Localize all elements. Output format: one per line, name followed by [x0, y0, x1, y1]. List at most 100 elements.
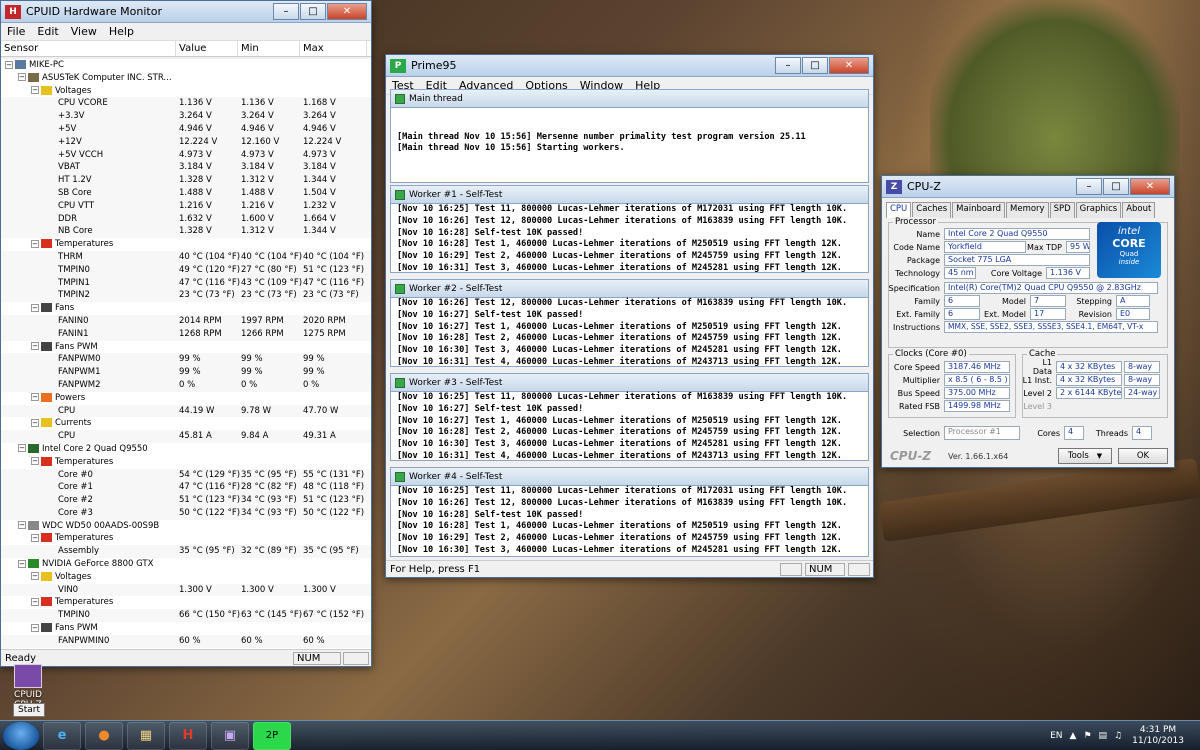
tree-collapse-icon[interactable]: − [18, 73, 26, 82]
sensor-row[interactable]: +12V 12.224 V 12.160 V 12.224 V [1, 135, 371, 149]
menu-view[interactable]: View [65, 25, 103, 38]
sensor-row[interactable]: FANPWM2 0 % 0 % 0 % [1, 378, 371, 392]
language-indicator[interactable]: EN [1050, 731, 1062, 741]
tree-collapse-icon[interactable]: − [31, 418, 39, 427]
tab-spd[interactable]: SPD [1049, 202, 1075, 218]
network-icon[interactable]: ▤ [1099, 731, 1108, 741]
close-button[interactable]: ✕ [829, 57, 869, 74]
worker-pane[interactable]: Worker #3 - Self-Test [Nov 10 16:25] Test… [390, 373, 869, 461]
tree-collapse-icon[interactable]: − [31, 572, 39, 581]
pane-titlebar[interactable]: Worker #3 - Self-Test [391, 374, 868, 392]
tree-node-row[interactable]: − Powers [1, 392, 371, 405]
pane-titlebar[interactable]: Worker #2 - Self-Test [391, 280, 868, 298]
sensor-row[interactable]: FANIN1 1268 RPM 1266 RPM 1275 RPM [1, 327, 371, 341]
tree-node-row[interactable]: − MIKE-PC [1, 59, 371, 72]
tab-mainboard[interactable]: Mainboard [952, 202, 1006, 218]
tree-collapse-icon[interactable]: − [31, 597, 39, 606]
sensor-row[interactable]: HT 1.2V 1.328 V 1.312 V 1.344 V [1, 174, 371, 187]
pane-titlebar[interactable]: Worker #1 - Self-Test [391, 186, 868, 204]
minimize-button[interactable]: – [273, 3, 299, 20]
worker-pane[interactable]: Worker #1 - Self-Test [Nov 10 16:25] Test… [390, 185, 869, 273]
clock[interactable]: 4:31 PM 11/10/2013 [1132, 725, 1184, 747]
show-hidden-icons-icon[interactable]: ▲ [1070, 731, 1077, 741]
tree-collapse-icon[interactable]: − [31, 623, 39, 632]
maximize-button[interactable]: □ [802, 57, 828, 74]
col-min[interactable]: Min [238, 41, 300, 56]
tab-about[interactable]: About [1122, 202, 1156, 218]
tools-button[interactable]: Tools ▼ [1058, 448, 1112, 464]
tree-node-row[interactable]: − Voltages [1, 85, 371, 98]
tree-collapse-icon[interactable]: − [31, 239, 39, 248]
tree-node-row[interactable]: − Fans PWM [1, 622, 371, 635]
selection-dropdown[interactable]: Processor #1 [944, 426, 1020, 440]
main-thread-pane[interactable]: Main thread [Main thread Nov 10 15:56] Me… [390, 89, 869, 183]
minimize-button[interactable]: – [1076, 178, 1102, 195]
col-sensor[interactable]: Sensor [1, 41, 176, 56]
sensor-row[interactable]: FANPWMIN0 60 % 60 % 60 % [1, 634, 371, 648]
sensor-row[interactable]: TMPIN1 47 °C (116 °F) 43 °C (109 °F) 47 °C … [1, 276, 371, 290]
sensor-row[interactable]: Assembly 35 °C (95 °F) 32 °C (89 °F) 35 °C … [1, 545, 371, 559]
tree-node-row[interactable]: − Currents [1, 417, 371, 430]
sensor-row[interactable]: Core #0 54 °C (129 °F) 35 °C (95 °F) 55 °C … [1, 468, 371, 482]
close-button[interactable]: ✕ [327, 3, 367, 20]
tree-collapse-icon[interactable]: − [31, 86, 39, 95]
sensor-row[interactable]: TMPIN2 23 °C (73 °F) 23 °C (73 °F) 23 °C (7… [1, 289, 371, 303]
maximize-button[interactable]: □ [300, 3, 326, 20]
sensor-row[interactable]: FANPWM1 99 % 99 % 99 % [1, 366, 371, 379]
tree-collapse-icon[interactable]: − [18, 444, 26, 453]
tree-collapse-icon[interactable]: − [5, 60, 13, 69]
taskbar-prime95-icon[interactable]: 2P [253, 721, 291, 750]
tree-node-row[interactable]: − WDC WD50 00AADS-00S9B [1, 520, 371, 533]
hwmonitor-window[interactable]: H CPUID Hardware Monitor – □ ✕ File Edit… [0, 0, 372, 667]
tree-collapse-icon[interactable]: − [18, 559, 26, 568]
pane-titlebar[interactable]: Main thread [391, 90, 868, 108]
sensor-row[interactable]: FANPWM0 99 % 99 % 99 % [1, 353, 371, 367]
sensor-row[interactable]: TMPIN0 66 °C (150 °F) 63 °C (145 °F) 67 °C … [1, 609, 371, 623]
sensor-row[interactable]: VIN0 1.300 V 1.300 V 1.300 V [1, 583, 371, 597]
sensor-row[interactable]: Core #2 51 °C (123 °F) 34 °C (93 °F) 51 °C … [1, 494, 371, 507]
sensor-tree[interactable]: − MIKE-PC − ASUSTeK Computer INC. STR... − Vo… [1, 59, 371, 649]
tree-collapse-icon[interactable]: − [31, 303, 39, 312]
sensor-row[interactable]: DDR 1.632 V 1.600 V 1.664 V [1, 212, 371, 226]
ok-button[interactable]: OK [1118, 448, 1168, 464]
tree-node-row[interactable]: − Temperatures [1, 596, 371, 609]
tab-cpu[interactable]: CPU [886, 202, 912, 218]
taskbar-firefox-icon[interactable]: ● [85, 721, 123, 750]
tree-node-row[interactable]: − Temperatures [1, 456, 371, 469]
worker-pane[interactable]: Worker #2 - Self-Test [Nov 10 16:26] Test… [390, 279, 869, 367]
tree-collapse-icon[interactable]: − [31, 342, 39, 351]
tree-collapse-icon[interactable]: − [31, 533, 39, 542]
tree-node-row[interactable]: − Fans [1, 302, 371, 315]
prime95-titlebar[interactable]: P Prime95 – □ ✕ [386, 55, 873, 77]
col-value[interactable]: Value [176, 41, 238, 56]
taskbar-explorer-icon[interactable]: ▦ [127, 721, 165, 750]
maximize-button[interactable]: □ [1103, 178, 1129, 195]
worker-pane[interactable]: Worker #4 - Self-Test [Nov 10 16:25] Test… [390, 467, 869, 557]
tree-collapse-icon[interactable]: − [31, 457, 39, 466]
menu-help[interactable]: Help [103, 25, 140, 38]
prime95-window[interactable]: P Prime95 – □ ✕ Test Edit Advanced Optio… [385, 54, 874, 578]
tree-node-row[interactable]: − ASUSTeK Computer INC. STR... [1, 72, 371, 85]
tab-graphics[interactable]: Graphics [1075, 202, 1122, 218]
sensor-row[interactable]: CPU VCORE 1.136 V 1.136 V 1.168 V [1, 97, 371, 111]
sensor-row[interactable]: THRM 40 °C (104 °F) 40 °C (104 °F) 40 °C (1… [1, 250, 371, 264]
sensor-row[interactable]: CPU 44.19 W 9.78 W 47.70 W [1, 404, 371, 418]
tree-node-row[interactable]: − Voltages [1, 571, 371, 584]
flag-icon[interactable]: ⚑ [1083, 731, 1091, 741]
sensor-row[interactable]: CPU 45.81 A 9.84 A 49.31 A [1, 430, 371, 443]
tree-node-row[interactable]: − Fans PWM [1, 341, 371, 354]
minimize-button[interactable]: – [775, 57, 801, 74]
taskbar-cpuz-icon[interactable]: ▣ [211, 721, 249, 750]
tree-collapse-icon[interactable]: − [31, 393, 39, 402]
cpuz-window[interactable]: Z CPU-Z – □ ✕ CPU Caches Mainboard Memor… [881, 175, 1175, 468]
hwmonitor-titlebar[interactable]: H CPUID Hardware Monitor – □ ✕ [1, 1, 371, 23]
taskbar-ie-icon[interactable]: e [43, 721, 81, 750]
start-button[interactable] [3, 721, 39, 750]
tree-node-row[interactable]: − Intel Core 2 Quad Q9550 [1, 443, 371, 456]
cpuz-titlebar[interactable]: Z CPU-Z – □ ✕ [882, 176, 1174, 198]
sensor-row[interactable]: +3.3V 3.264 V 3.264 V 3.264 V [1, 110, 371, 123]
sensor-row[interactable]: TMPIN0 49 °C (120 °F) 27 °C (80 °F) 51 °C (… [1, 263, 371, 277]
tree-collapse-icon[interactable]: − [18, 521, 26, 530]
tree-node-row[interactable]: − NVIDIA GeForce 8800 GTX [1, 558, 371, 571]
sensor-row[interactable]: Core #3 50 °C (122 °F) 34 °C (93 °F) 50 °C … [1, 506, 371, 520]
